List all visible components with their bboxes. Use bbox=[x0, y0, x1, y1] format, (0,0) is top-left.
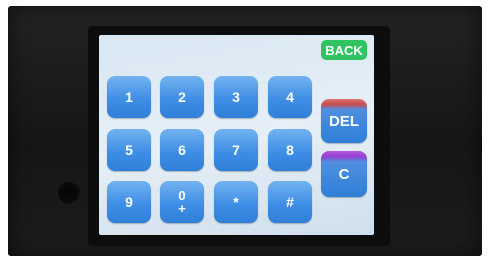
key-4[interactable]: 4 bbox=[268, 76, 312, 118]
key-7[interactable]: 7 bbox=[214, 129, 258, 171]
back-button[interactable]: BACK bbox=[321, 40, 367, 60]
key-5[interactable]: 5 bbox=[107, 129, 151, 171]
key-1[interactable]: 1 bbox=[107, 76, 151, 118]
key-hash[interactable]: # bbox=[268, 181, 312, 223]
key-8[interactable]: 8 bbox=[268, 129, 312, 171]
delete-button[interactable]: DEL bbox=[321, 99, 367, 143]
key-6[interactable]: 6 bbox=[160, 129, 204, 171]
key-9[interactable]: 9 bbox=[107, 181, 151, 223]
key-star[interactable]: * bbox=[214, 181, 258, 223]
key-0-plus[interactable]: 0 + bbox=[160, 181, 204, 223]
key-3[interactable]: 3 bbox=[214, 76, 258, 118]
mounting-hole bbox=[58, 182, 80, 204]
key-plus-label: + bbox=[178, 201, 186, 216]
key-2[interactable]: 2 bbox=[160, 76, 204, 118]
clear-button[interactable]: C bbox=[321, 151, 367, 197]
